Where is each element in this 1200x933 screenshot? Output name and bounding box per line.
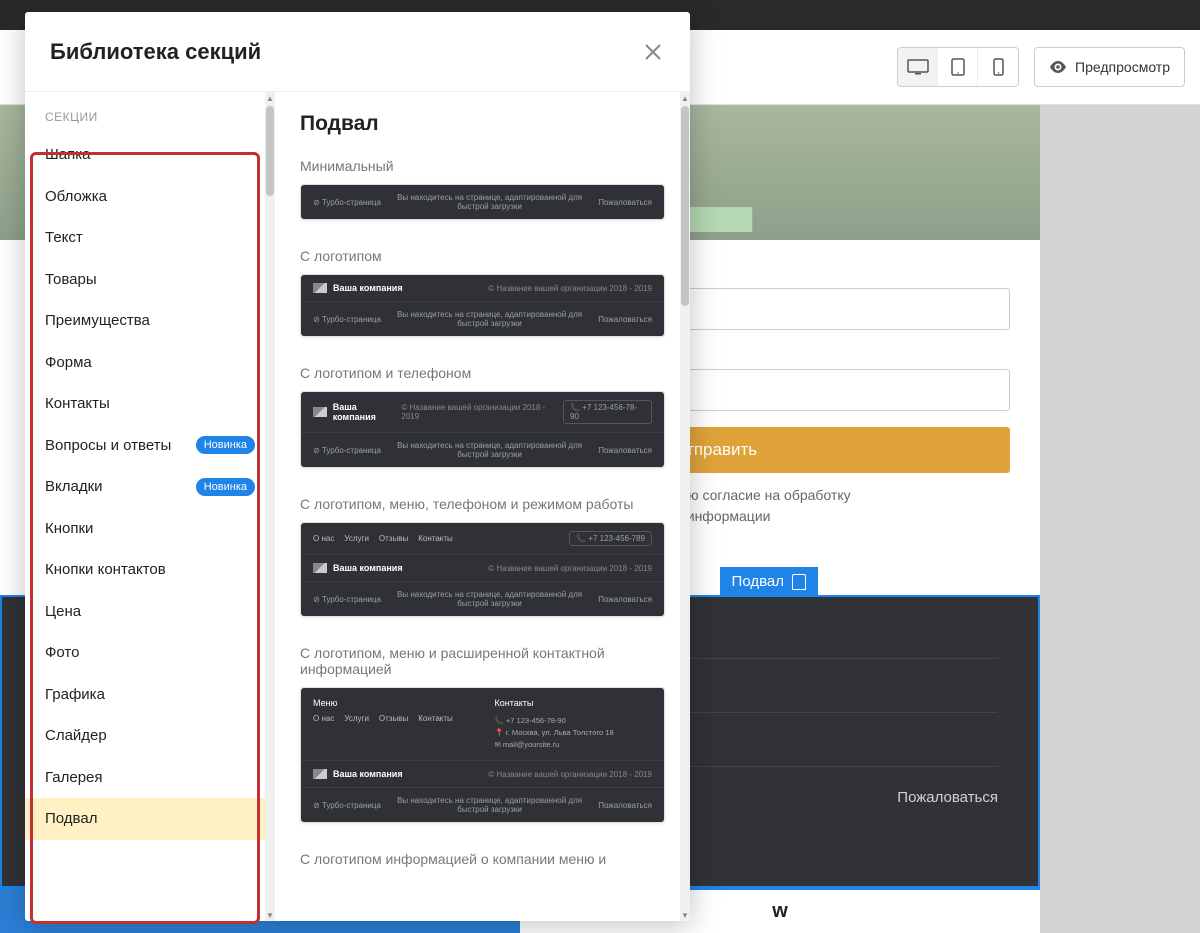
- sidebar-item-14[interactable]: Слайдер: [25, 715, 275, 757]
- modal-header: Библиотека секций: [25, 12, 690, 92]
- sections-library-modal: Библиотека секций СЕКЦИИ Шапка Обложка Тек…: [25, 12, 690, 921]
- variant-label: Минимальный: [300, 158, 665, 174]
- section-tag-label: Подвал: [732, 573, 784, 590]
- variant-card-2[interactable]: Ваша компания© Название вашей организаци…: [300, 391, 665, 468]
- sidebar-item-16[interactable]: Подвал: [25, 798, 275, 840]
- modal-title: Библиотека секций: [50, 39, 261, 65]
- scroll-down-icon[interactable]: ▼: [680, 909, 690, 921]
- footer-complain[interactable]: Пожаловаться: [897, 789, 998, 806]
- content-title: Подвал: [300, 112, 665, 136]
- sidebar-item-label: Товары: [45, 270, 97, 290]
- eye-icon: [1049, 61, 1067, 73]
- sidebar-item-7[interactable]: Вопросы и ответы Новинка: [25, 425, 275, 467]
- sidebar-item-label: Кнопки: [45, 519, 93, 539]
- device-mobile-button[interactable]: [978, 48, 1018, 86]
- sidebar-item-5[interactable]: Форма: [25, 342, 275, 384]
- device-desktop-button[interactable]: [898, 48, 938, 86]
- scroll-thumb[interactable]: [266, 106, 274, 196]
- sidebar-item-13[interactable]: Графика: [25, 674, 275, 716]
- variant-label: С логотипом, меню и расширенной контактн…: [300, 645, 665, 677]
- sidebar-item-10[interactable]: Кнопки контактов: [25, 549, 275, 591]
- vk-icon: w: [772, 900, 788, 923]
- sidebar-item-label: Текст: [45, 228, 83, 248]
- scroll-up-icon[interactable]: ▲: [265, 92, 275, 104]
- device-switcher: [897, 47, 1019, 87]
- sidebar-item-label: Форма: [45, 353, 92, 373]
- scroll-down-icon[interactable]: ▼: [265, 909, 275, 921]
- preview-label: Предпросмотр: [1075, 59, 1170, 75]
- sidebar-item-11[interactable]: Цена: [25, 591, 275, 633]
- variant-label: С логотипом: [300, 248, 665, 264]
- bookmark-icon: [792, 574, 806, 590]
- variant-card-1[interactable]: Ваша компания© Название вашей организаци…: [300, 274, 665, 337]
- variant-card-3[interactable]: О насУслугиОтзывыКонтакты📞 +7 123-456-78…: [300, 522, 665, 617]
- variant-card-4[interactable]: МенюО насУслугиОтзывыКонтактыКонтакты📞 +…: [300, 687, 665, 823]
- device-tablet-button[interactable]: [938, 48, 978, 86]
- sidebar-item-label: Подвал: [45, 809, 97, 829]
- sidebar-item-label: Кнопки контактов: [45, 560, 166, 580]
- sidebar-scrollbar[interactable]: ▲ ▼: [265, 92, 275, 921]
- sidebar-item-label: Шапка: [45, 145, 90, 165]
- sidebar-item-2[interactable]: Текст: [25, 217, 275, 259]
- section-tag[interactable]: Подвал: [720, 567, 818, 596]
- sidebar-item-label: Вкладки: [45, 477, 103, 497]
- sidebar-item-label: Преимущества: [45, 311, 150, 331]
- variant-label: С логотипом, меню, телефоном и режимом р…: [300, 496, 665, 512]
- variants-panel: Подвал Минимальный ⊘ Турбо-страницаВы нах…: [275, 92, 690, 921]
- sidebar-header: СЕКЦИИ: [25, 110, 275, 134]
- sidebar-item-label: Графика: [45, 685, 105, 705]
- variant-label: С логотипом информацией о компании меню …: [300, 851, 665, 867]
- sidebar-item-6[interactable]: Контакты: [25, 383, 275, 425]
- sidebar-item-label: Обложка: [45, 187, 107, 207]
- sidebar-item-label: Цена: [45, 602, 81, 622]
- close-icon[interactable]: [641, 40, 665, 64]
- preview-button[interactable]: Предпросмотр: [1034, 47, 1185, 87]
- new-badge: Новинка: [196, 436, 255, 454]
- sidebar-item-label: Фото: [45, 643, 79, 663]
- variant-label: С логотипом и телефоном: [300, 365, 665, 381]
- new-badge: Новинка: [196, 478, 255, 496]
- sidebar-item-4[interactable]: Преимущества: [25, 300, 275, 342]
- sidebar-item-label: Вопросы и ответы: [45, 436, 171, 456]
- sidebar-item-label: Контакты: [45, 394, 110, 414]
- scroll-up-icon[interactable]: ▲: [680, 92, 690, 104]
- scroll-thumb[interactable]: [681, 106, 689, 306]
- content-scrollbar[interactable]: ▲ ▼: [680, 92, 690, 921]
- sidebar-item-15[interactable]: Галерея: [25, 757, 275, 799]
- sidebar-item-0[interactable]: Шапка: [25, 134, 275, 176]
- sidebar-item-3[interactable]: Товары: [25, 259, 275, 301]
- sidebar-item-8[interactable]: Вкладки Новинка: [25, 466, 275, 508]
- sidebar-item-9[interactable]: Кнопки: [25, 508, 275, 550]
- sidebar-item-label: Слайдер: [45, 726, 107, 746]
- sidebar-item-1[interactable]: Обложка: [25, 176, 275, 218]
- sections-sidebar: СЕКЦИИ Шапка Обложка Текст Товары Преимущест…: [25, 92, 275, 921]
- variant-card-0[interactable]: ⊘ Турбо-страницаВы находитесь на страниц…: [300, 184, 665, 220]
- sidebar-item-label: Галерея: [45, 768, 103, 788]
- sidebar-item-12[interactable]: Фото: [25, 632, 275, 674]
